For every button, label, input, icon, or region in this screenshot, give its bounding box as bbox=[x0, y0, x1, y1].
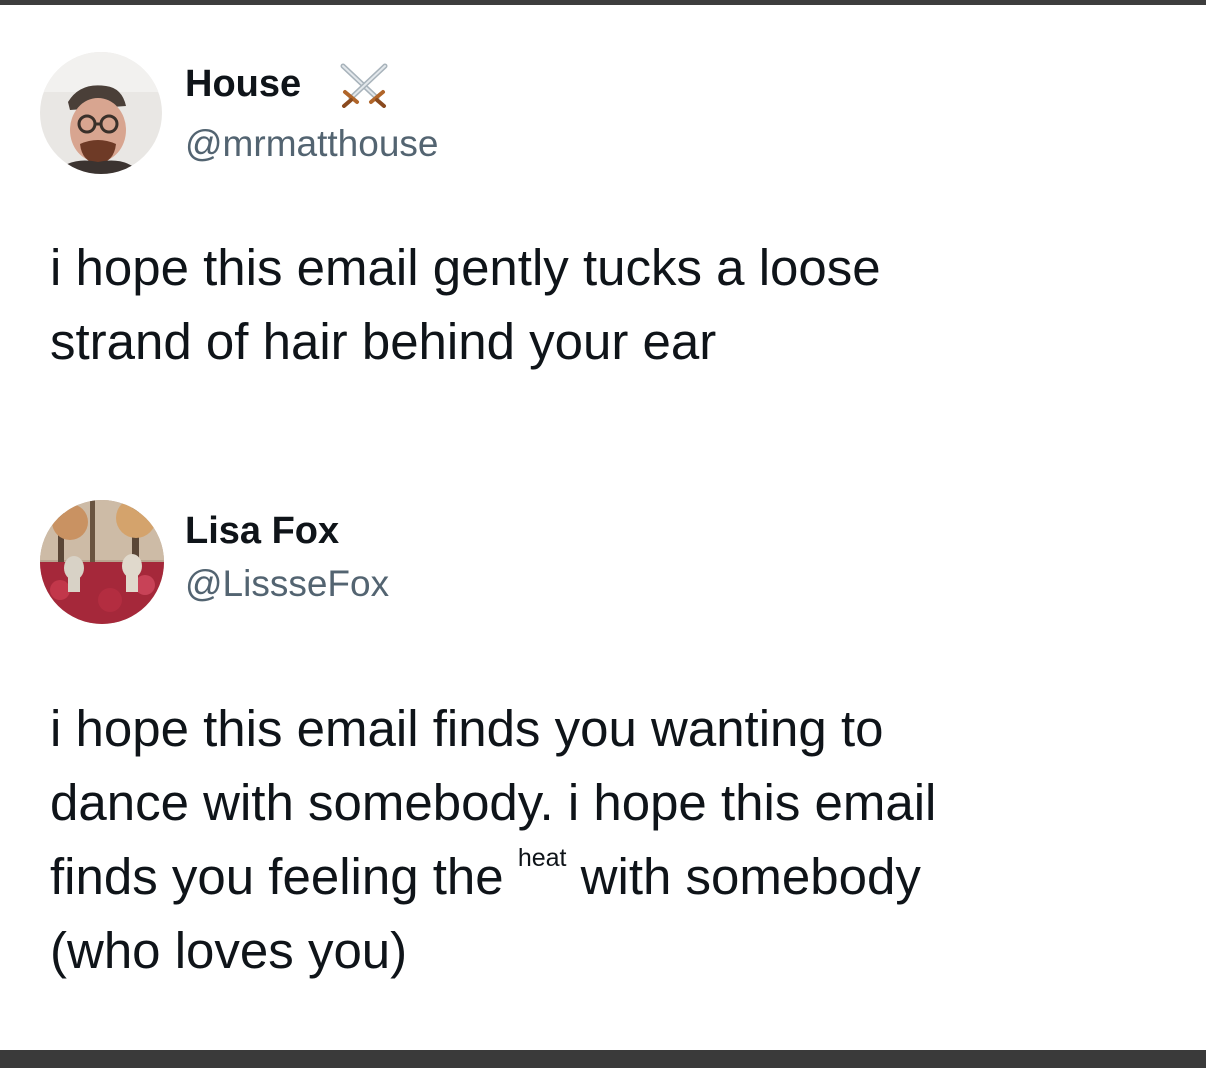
display-name-lisa-fox[interactable]: Lisa Fox bbox=[185, 509, 339, 553]
tweet-text-small-word: heat bbox=[517, 844, 567, 872]
tweet-text-line: strand of hair behind your ear bbox=[50, 313, 717, 370]
handle-house[interactable]: @mrmatthouse bbox=[185, 122, 438, 166]
bottom-border-bar bbox=[0, 1050, 1206, 1068]
tweet-text-lisa-fox: i hope this email finds you wanting to d… bbox=[50, 692, 936, 988]
tweet-text-segment: with somebody bbox=[566, 848, 921, 905]
tweet-text-house: i hope this email gently tucks a loose s… bbox=[50, 231, 881, 379]
tweet-text-line: i hope this email gently tucks a loose bbox=[50, 239, 881, 296]
top-border-bar bbox=[0, 0, 1206, 5]
tweet-text-line: finds you feeling the heat with somebody bbox=[50, 840, 936, 914]
avatar-house[interactable] bbox=[40, 52, 162, 174]
crossed-swords-icon bbox=[340, 63, 388, 108]
display-name-house[interactable]: House bbox=[185, 62, 301, 106]
tweet-text-line: (who loves you) bbox=[50, 922, 408, 979]
handle-lisa-fox[interactable]: @LissseFox bbox=[185, 562, 389, 606]
tweet-text-line: dance with somebody. i hope this email bbox=[50, 774, 937, 831]
tweet-text-line: i hope this email finds you wanting to bbox=[50, 700, 884, 757]
avatar-lisa-fox[interactable] bbox=[40, 500, 164, 624]
tweet-text-segment: finds you feeling the bbox=[50, 848, 518, 905]
